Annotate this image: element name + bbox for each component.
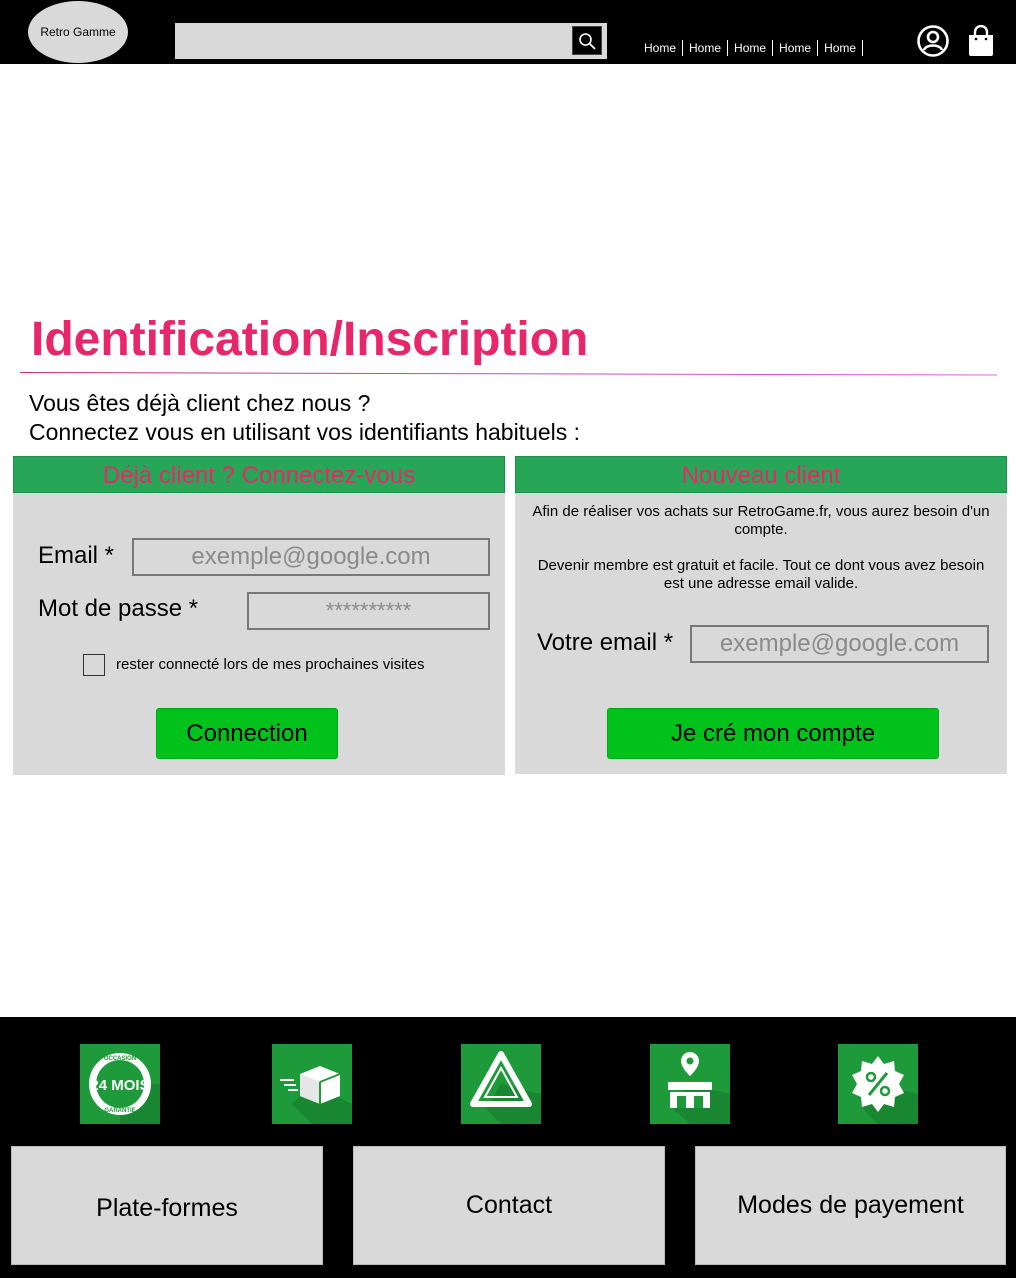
nav-item-home-2[interactable]: Home — [683, 40, 729, 56]
logo-text: Retro Gamme — [40, 25, 116, 39]
shop-pin-icon — [668, 1052, 730, 1124]
signup-info-1: Afin de réaliser vos achats sur RetroGam… — [532, 503, 990, 538]
footer-link-platforms-label: Plate-formes — [96, 1194, 238, 1222]
nav-item-home-4[interactable]: Home — [773, 40, 819, 56]
badge-top-text: OCCASION — [104, 1056, 136, 1062]
badge-main-text: 24 MOIS — [90, 1077, 149, 1094]
fast-delivery-icon[interactable] — [272, 1044, 352, 1124]
remember-me-checkbox[interactable] — [83, 654, 105, 676]
intro-line-1: Vous êtes déjà client chez nous ? — [29, 390, 371, 416]
nav-item-home-3[interactable]: Home — [728, 40, 774, 56]
package-icon — [280, 1066, 352, 1124]
nav-item-home-1[interactable]: Home — [638, 40, 684, 56]
percent-badge-icon — [852, 1056, 918, 1124]
create-account-button[interactable]: Je cré mon compte — [607, 708, 939, 759]
footer-link-contact-label: Contact — [465, 1191, 553, 1219]
page-title: Identification/Inscription — [31, 313, 589, 366]
footer-link-contact[interactable]: Contact — [353, 1146, 665, 1265]
login-heading: Déjà client ? Connectez-vous — [13, 456, 505, 493]
warranty-badge-icon: OCCASION 24 MOIS GARANTIE — [89, 1053, 160, 1124]
password-field[interactable] — [247, 592, 490, 630]
search-icon — [579, 32, 596, 49]
badge-bottom-text: GARANTIE — [104, 1108, 135, 1114]
intro-text: Vous êtes déjà client chez nous ? Connec… — [29, 389, 580, 447]
site-logo[interactable]: Retro Gamme — [28, 1, 128, 63]
email-field[interactable] — [132, 538, 490, 576]
recycle-icon[interactable] — [461, 1044, 541, 1124]
shopping-bag-icon[interactable] — [967, 25, 995, 57]
footer: OCCASION 24 MOIS GARANTIE Plate-formes C… — [0, 1017, 1016, 1278]
login-panel: Déjà client ? Connectez-vous Email * Mot… — [13, 456, 505, 775]
search-input[interactable] — [175, 23, 607, 59]
footer-link-payment-label: Modes de payement — [737, 1191, 964, 1219]
header-bar: Retro Gamme Home Home Home Home Home — [0, 0, 1016, 64]
signup-email-label: Votre email * — [537, 629, 674, 656]
password-label: Mot de passe * — [38, 595, 199, 622]
search-button[interactable] — [572, 26, 602, 55]
signup-email-field[interactable] — [690, 625, 989, 663]
footer-link-platforms[interactable]: Plate-formes — [11, 1146, 323, 1265]
intro-line-2: Connectez vous en utilisant vos identifi… — [29, 419, 581, 445]
login-button[interactable]: Connection — [156, 708, 338, 759]
signup-panel: Nouveau client Afin de réaliser vos acha… — [515, 456, 1007, 774]
footer-link-payment[interactable]: Modes de payement — [695, 1146, 1006, 1265]
remember-me-label: rester connecté lors de mes prochaines v… — [116, 656, 425, 673]
triangle-recycle-icon — [470, 1051, 541, 1124]
signup-info-2: Devenir membre est gratuit et facile. To… — [537, 557, 985, 592]
discount-icon[interactable] — [838, 1044, 918, 1124]
nav-item-home-5[interactable]: Home — [818, 40, 864, 56]
account-icon[interactable] — [916, 24, 950, 58]
store-location-icon[interactable] — [650, 1044, 730, 1124]
signup-heading: Nouveau client — [515, 456, 1007, 493]
warranty-24-months-icon[interactable]: OCCASION 24 MOIS GARANTIE — [80, 1044, 160, 1124]
main-nav: Home Home Home Home Home — [638, 40, 864, 56]
email-label: Email * — [38, 542, 115, 569]
title-divider — [19, 372, 997, 376]
